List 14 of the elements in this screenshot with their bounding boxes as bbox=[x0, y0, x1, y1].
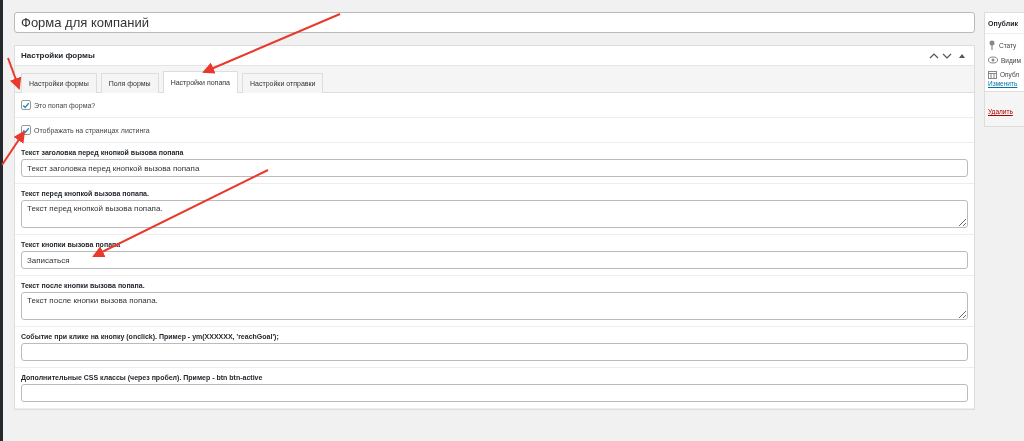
text-area[interactable]: Текст после кнопки вызова попапа. bbox=[21, 292, 968, 320]
eye-icon bbox=[988, 56, 998, 64]
checkbox[interactable] bbox=[21, 100, 31, 110]
pin-icon bbox=[988, 40, 996, 50]
checkbox[interactable] bbox=[21, 125, 31, 135]
annotation-arrow bbox=[7, 57, 22, 90]
title-field[interactable]: Форма для компаний bbox=[14, 12, 975, 33]
input-field[interactable] bbox=[21, 384, 968, 402]
input-field[interactable]: Записаться bbox=[21, 251, 968, 269]
text-area[interactable]: Текст перед кнопкой вызова попапа. bbox=[21, 200, 968, 228]
calendar-icon bbox=[988, 70, 997, 79]
input-field[interactable] bbox=[21, 343, 968, 361]
input-field[interactable]: Текст заголовка перед кнопкой вызова попапа bbox=[21, 159, 968, 177]
panel-title: Настройки формы bbox=[21, 51, 95, 60]
